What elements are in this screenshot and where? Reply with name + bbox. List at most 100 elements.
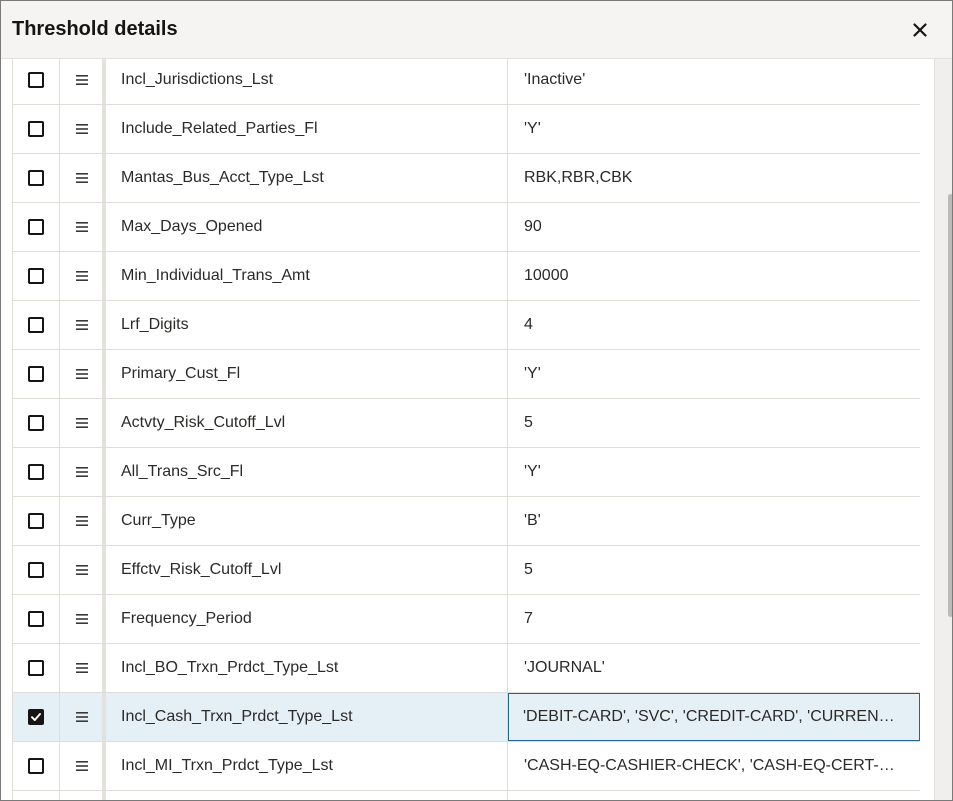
drag-handle-icon (75, 712, 88, 722)
row-select-cell (13, 742, 60, 790)
parameter-value[interactable]: 'Inactive' (509, 59, 920, 104)
parameter-value[interactable]: 5 (509, 399, 920, 447)
drag-handle[interactable] (61, 497, 102, 545)
table-row[interactable]: Actvty_Risk_Cutoff_Lvl 5 (13, 399, 920, 448)
dialog-title: Threshold details (12, 18, 178, 40)
parameter-value[interactable]: 7 (509, 595, 920, 643)
drag-handle[interactable] (61, 693, 102, 741)
dialog-header: Threshold details (1, 1, 952, 59)
drag-handle[interactable] (61, 791, 102, 800)
drag-handle[interactable] (61, 399, 102, 447)
parameter-name: Incl_Cash_Trxn_Prdct_Type_Lst (106, 693, 508, 741)
drag-handle-icon (75, 75, 88, 85)
table-row[interactable]: Include_Related_Parties_Fl 'Y' (13, 105, 920, 154)
table-row[interactable]: Incl_Jurisdictions_Lst 'Inactive' (13, 59, 920, 105)
row-checkbox[interactable] (28, 415, 44, 431)
row-select-cell (13, 546, 60, 594)
table-row[interactable]: Mantas_Bus_Acct_Type_Lst RBK,RBR,CBK (13, 154, 920, 203)
drag-handle[interactable] (61, 154, 102, 202)
row-checkbox[interactable] (28, 170, 44, 186)
table-row[interactable]: Incl_Cash_Trxn_Prdct_Type_Lst 'DEBIT-CAR… (13, 693, 920, 742)
drag-handle-icon (75, 467, 88, 477)
table-row[interactable] (13, 791, 920, 800)
parameter-name: Incl_MI_Trxn_Prdct_Type_Lst (106, 742, 508, 790)
drag-handle-icon (75, 418, 88, 428)
row-checkbox[interactable] (28, 513, 44, 529)
table-row[interactable]: Max_Days_Opened 90 (13, 203, 920, 252)
parameter-name: Incl_Jurisdictions_Lst (106, 59, 508, 104)
row-select-cell (13, 595, 60, 643)
row-checkbox[interactable] (28, 709, 44, 725)
drag-handle[interactable] (61, 252, 102, 300)
row-checkbox[interactable] (28, 366, 44, 382)
drag-handle[interactable] (61, 448, 102, 496)
drag-handle[interactable] (61, 742, 102, 790)
row-checkbox[interactable] (28, 219, 44, 235)
scrollbar-thumb[interactable] (948, 194, 952, 617)
row-select-cell (13, 350, 60, 398)
row-select-cell (13, 644, 60, 692)
drag-handle-icon (75, 222, 88, 232)
row-select-cell (13, 497, 60, 545)
row-select-cell (13, 693, 60, 741)
parameter-name: Actvty_Risk_Cutoff_Lvl (106, 399, 508, 447)
row-select-cell (13, 791, 60, 800)
drag-handle[interactable] (61, 59, 102, 104)
row-checkbox[interactable] (28, 660, 44, 676)
close-button[interactable] (903, 13, 937, 47)
parameter-name: Incl_BO_Trxn_Prdct_Type_Lst (106, 644, 508, 692)
drag-handle[interactable] (61, 350, 102, 398)
parameter-value[interactable]: 'JOURNAL' (509, 644, 920, 692)
drag-handle-icon (75, 761, 88, 771)
parameter-value[interactable]: 'Y' (509, 448, 920, 496)
row-checkbox[interactable] (28, 121, 44, 137)
table-row[interactable]: Min_Individual_Trans_Amt 10000 (13, 252, 920, 301)
table-row[interactable]: Frequency_Period 7 (13, 595, 920, 644)
parameter-value[interactable]: 5 (509, 546, 920, 594)
row-select-cell (13, 301, 60, 349)
row-select-cell (13, 154, 60, 202)
drag-handle[interactable] (61, 595, 102, 643)
row-checkbox[interactable] (28, 758, 44, 774)
threshold-details-dialog: Threshold details Incl_Jurisdictions_Lst… (0, 0, 953, 801)
row-checkbox[interactable] (28, 317, 44, 333)
parameter-value[interactable]: 'Y' (509, 350, 920, 398)
parameter-value[interactable]: 4 (509, 301, 920, 349)
drag-handle[interactable] (61, 546, 102, 594)
parameter-value[interactable] (509, 791, 920, 800)
parameter-value[interactable]: 90 (509, 203, 920, 251)
parameter-value[interactable]: 'B' (509, 497, 920, 545)
drag-handle[interactable] (61, 203, 102, 251)
table-row[interactable]: Primary_Cust_Fl 'Y' (13, 350, 920, 399)
parameter-name (106, 791, 508, 800)
drag-handle[interactable] (61, 301, 102, 349)
threshold-grid: Incl_Jurisdictions_Lst 'Inactive' Includ… (12, 59, 920, 800)
parameter-value[interactable]: 'DEBIT-CARD', 'SVC', 'CREDIT-CARD', 'CUR… (508, 693, 920, 741)
row-checkbox[interactable] (28, 268, 44, 284)
row-checkbox[interactable] (28, 562, 44, 578)
parameter-value[interactable]: 'Y' (509, 105, 920, 153)
parameter-name: Include_Related_Parties_Fl (106, 105, 508, 153)
drag-handle-icon (75, 173, 88, 183)
parameter-name: Min_Individual_Trans_Amt (106, 252, 508, 300)
row-select-cell (13, 448, 60, 496)
parameter-name: All_Trans_Src_Fl (106, 448, 508, 496)
table-row[interactable]: Effctv_Risk_Cutoff_Lvl 5 (13, 546, 920, 595)
parameter-name: Mantas_Bus_Acct_Type_Lst (106, 154, 508, 202)
drag-handle[interactable] (61, 644, 102, 692)
parameter-value[interactable]: 10000 (509, 252, 920, 300)
table-row[interactable]: All_Trans_Src_Fl 'Y' (13, 448, 920, 497)
row-checkbox[interactable] (28, 611, 44, 627)
table-row[interactable]: Incl_BO_Trxn_Prdct_Type_Lst 'JOURNAL' (13, 644, 920, 693)
row-checkbox[interactable] (28, 464, 44, 480)
parameter-value[interactable]: 'CASH-EQ-CASHIER-CHECK', 'CASH-EQ-CERT-C… (509, 742, 920, 790)
table-row[interactable]: Incl_MI_Trxn_Prdct_Type_Lst 'CASH-EQ-CAS… (13, 742, 920, 791)
row-select-cell (13, 59, 60, 104)
table-row[interactable]: Lrf_Digits 4 (13, 301, 920, 350)
drag-handle[interactable] (61, 105, 102, 153)
drag-handle-icon (75, 320, 88, 330)
row-select-cell (13, 252, 60, 300)
parameter-value[interactable]: RBK,RBR,CBK (509, 154, 920, 202)
table-row[interactable]: Curr_Type 'B' (13, 497, 920, 546)
row-checkbox[interactable] (28, 72, 44, 88)
